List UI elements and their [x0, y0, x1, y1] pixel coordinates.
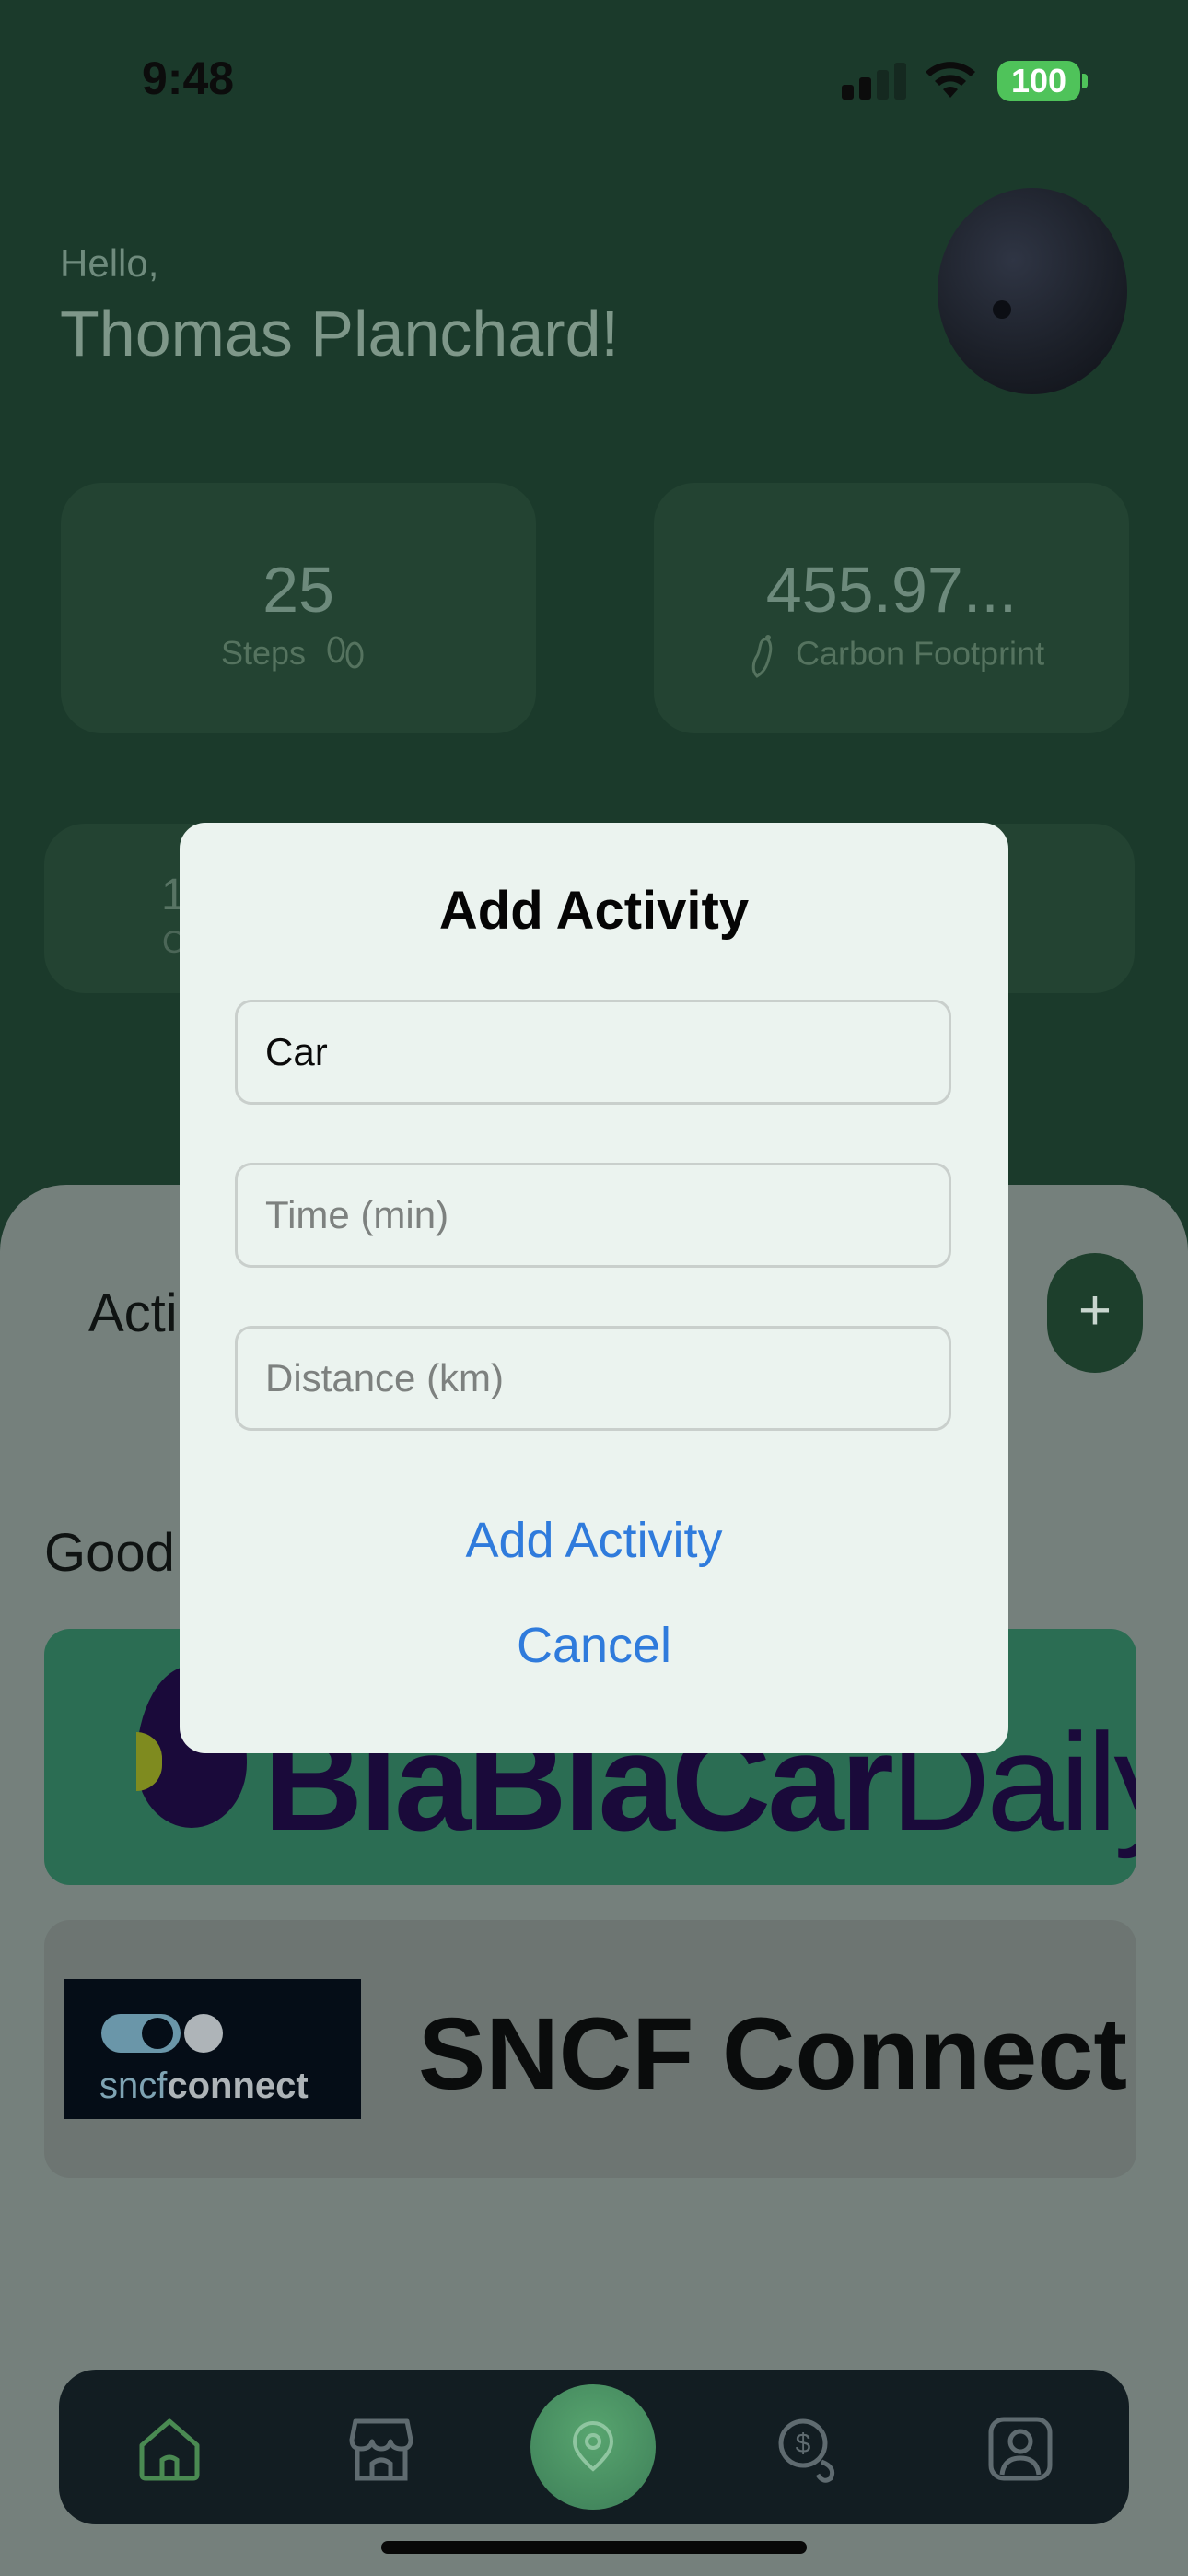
- battery-tip: [1082, 74, 1088, 88]
- good-section-title: Good: [44, 1523, 175, 1583]
- carbon-footprint-label-row: Carbon Footprint: [654, 634, 1129, 678]
- carbon-footprint-card[interactable]: 455.97... Carbon Footprint: [654, 483, 1129, 733]
- sncf-connect-logo: sncfconnect: [64, 1979, 361, 2119]
- home-indicator[interactable]: [381, 2541, 807, 2554]
- steps-value: 25: [262, 554, 334, 626]
- greeting-text: Hello,: [60, 241, 159, 285]
- carbon-footprint-label: Carbon Footprint: [795, 634, 1045, 673]
- center-action-button[interactable]: [530, 2384, 656, 2510]
- status-time: 9:48: [142, 53, 235, 104]
- add-activity-dialog: Add Activity Add Activity Cancel: [180, 823, 1008, 1753]
- tab-bar: $: [59, 2370, 1129, 2524]
- footprint-icon: [751, 635, 773, 678]
- steps-label: Steps: [220, 634, 307, 672]
- svg-text:$: $: [796, 2429, 811, 2459]
- carbon-footprint-value: 455.97...: [765, 554, 1018, 626]
- home-icon[interactable]: [134, 2414, 204, 2484]
- avatar[interactable]: [938, 188, 1127, 394]
- distance-input[interactable]: [235, 1326, 951, 1431]
- time-input[interactable]: [235, 1163, 951, 1268]
- add-activity-button[interactable]: Add Activity: [180, 1512, 1008, 1569]
- footsteps-icon: [327, 636, 364, 669]
- activity-type-input[interactable]: [235, 1000, 951, 1105]
- add-activity-fab[interactable]: +: [1047, 1253, 1143, 1373]
- status-bar: 9:48 100: [0, 0, 1188, 157]
- sncf-connect-card[interactable]: sncfconnect SNCF Connect: [44, 1920, 1136, 2178]
- dialog-title: Add Activity: [438, 881, 750, 941]
- steps-label-row: Steps: [61, 634, 536, 675]
- sncf-connect-title: SNCF Connect: [418, 1997, 1127, 2111]
- location-icon: [572, 2421, 614, 2472]
- cancel-button[interactable]: Cancel: [180, 1617, 1008, 1674]
- cellular-signal-icon: [842, 63, 906, 100]
- sncf-logo-wordmark: sncfconnect: [99, 2066, 309, 2107]
- activities-title: Acti: [88, 1283, 178, 1343]
- dollar-search-icon[interactable]: $: [774, 2414, 844, 2484]
- battery-indicator: 100: [997, 61, 1080, 101]
- sncf-dot-icon: [184, 2014, 223, 2053]
- steps-card[interactable]: 25 Steps: [61, 483, 536, 733]
- store-icon[interactable]: [346, 2414, 416, 2484]
- user-name: Thomas Planchard!: [60, 298, 619, 369]
- wifi-icon: [926, 62, 975, 98]
- profile-icon[interactable]: [985, 2414, 1055, 2484]
- sncf-logo-bold: connect: [167, 2066, 309, 2106]
- sncf-toggle-icon: [101, 2014, 181, 2053]
- sncf-logo-light: sncf: [99, 2066, 168, 2106]
